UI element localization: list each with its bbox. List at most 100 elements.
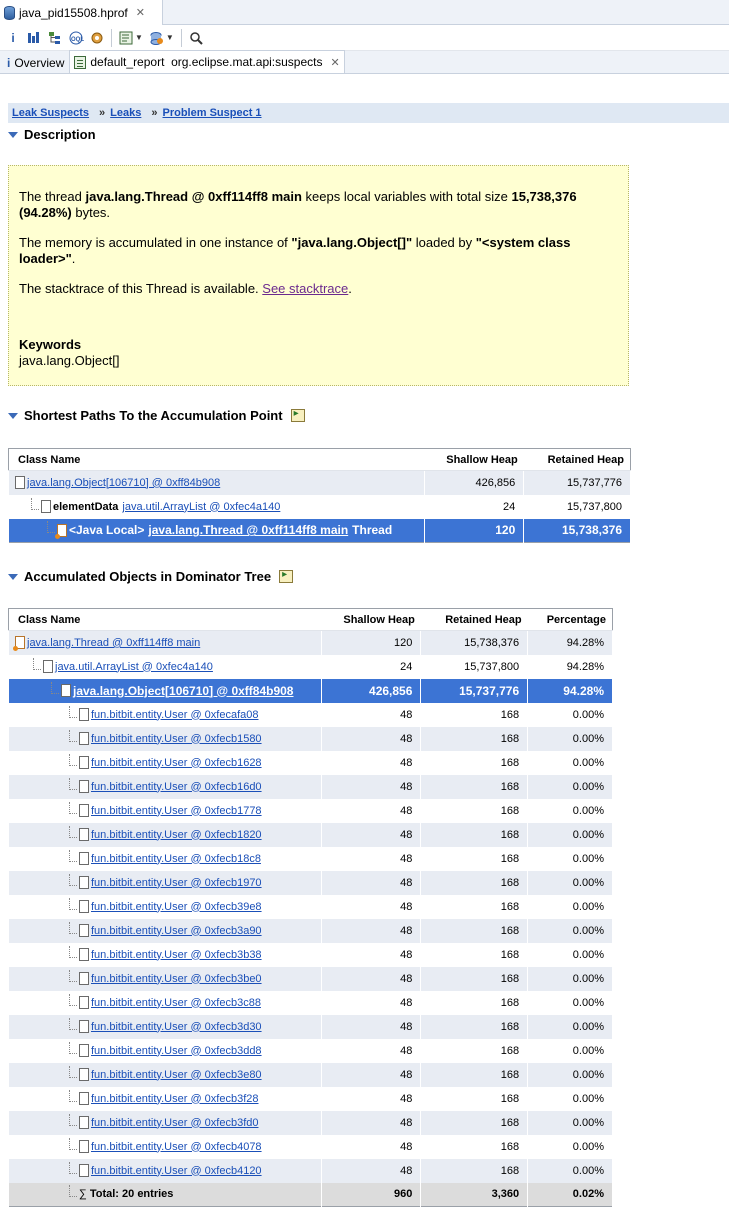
breadcrumb-problem-suspect[interactable]: Problem Suspect 1 <box>163 107 262 119</box>
tree-node: fun.bitbit.entity.User @ 0xfecb1778 <box>15 801 315 817</box>
shortest-paths-section-header[interactable]: Shortest Paths To the Accumulation Point <box>8 408 305 423</box>
shallow-heap-cell: 48 <box>320 1110 422 1135</box>
table-row[interactable]: java.util.ArrayList @ 0xfec4a140 24 15,737… <box>8 654 613 679</box>
object-link[interactable]: java.lang.Thread @ 0xff114ff8 main <box>148 523 348 537</box>
table-row[interactable]: fun.bitbit.entity.User @ 0xfecb16d0 48 168… <box>8 774 613 799</box>
shallow-heap-cell: 48 <box>320 798 422 823</box>
table-row[interactable]: fun.bitbit.entity.User @ 0xfecb3f28 48 168… <box>8 1086 613 1111</box>
object-link[interactable]: fun.bitbit.entity.User @ 0xfecb18c8 <box>91 853 261 865</box>
chevron-down-icon[interactable]: ▼ <box>135 33 143 42</box>
object-link[interactable]: fun.bitbit.entity.User @ 0xfecb39e8 <box>91 901 262 913</box>
collapse-triangle-icon[interactable] <box>8 131 18 138</box>
dominator-tree-table: Class Name Shallow Heap Retained Heap Pe… <box>8 608 613 1207</box>
table-row[interactable]: fun.bitbit.entity.User @ 0xfecb3dd8 48 168… <box>8 1038 613 1063</box>
object-link[interactable]: java.util.ArrayList @ 0xfec4a140 <box>122 501 280 513</box>
retained-heap-cell: 168 <box>420 726 529 751</box>
report-icon[interactable] <box>117 29 135 47</box>
query-browser-icon[interactable] <box>148 29 166 47</box>
column-header-retained-heap[interactable]: Retained Heap <box>420 608 528 631</box>
table-row[interactable]: fun.bitbit.entity.User @ 0xfecb3b38 48 168… <box>8 942 613 967</box>
table-row[interactable]: java.lang.Object[106710] @ 0xff84b908 426… <box>8 470 631 495</box>
object-link[interactable]: java.lang.Thread @ 0xff114ff8 main <box>27 637 200 649</box>
description-section-header[interactable]: Description <box>8 127 96 142</box>
object-link[interactable]: fun.bitbit.entity.User @ 0xfecb3fd0 <box>91 1117 259 1129</box>
breadcrumb-leaks[interactable]: Leaks <box>110 107 141 119</box>
column-header-percentage[interactable]: Percentage <box>527 608 613 631</box>
object-link[interactable]: java.lang.Object[106710] @ 0xff84b908 <box>73 684 293 698</box>
object-link[interactable]: fun.bitbit.entity.User @ 0xfecb1580 <box>91 733 262 745</box>
table-row[interactable]: java.lang.Object[106710] @ 0xff84b908 426… <box>8 678 613 703</box>
table-row[interactable]: java.lang.Thread @ 0xff114ff8 main 120 15,… <box>8 630 613 655</box>
table-row[interactable]: fun.bitbit.entity.User @ 0xfecb3c88 48 168… <box>8 990 613 1015</box>
open-query-icon[interactable] <box>290 408 305 422</box>
object-link[interactable]: fun.bitbit.entity.User @ 0xfecb3c88 <box>91 997 261 1009</box>
see-stacktrace-link[interactable]: See stacktrace <box>262 281 348 296</box>
table-row[interactable]: fun.bitbit.entity.User @ 0xfecb4078 48 168… <box>8 1134 613 1159</box>
object-link[interactable]: fun.bitbit.entity.User @ 0xfecb1628 <box>91 757 262 769</box>
column-header-shallow-heap[interactable]: Shallow Heap <box>321 608 421 631</box>
table-row[interactable]: fun.bitbit.entity.User @ 0xfecb1628 48 168… <box>8 750 613 775</box>
tree-node: fun.bitbit.entity.User @ 0xfecafa08 <box>15 705 315 721</box>
tree-connector <box>69 777 77 790</box>
object-link[interactable]: fun.bitbit.entity.User @ 0xfecb1820 <box>91 829 262 841</box>
dominator-tree-icon[interactable] <box>46 29 64 47</box>
object-link[interactable]: fun.bitbit.entity.User @ 0xfecb1778 <box>91 805 262 817</box>
column-header-retained-heap[interactable]: Retained Heap <box>523 448 631 471</box>
breadcrumb-leak-suspects[interactable]: Leak Suspects <box>12 107 89 119</box>
close-icon[interactable]: ✕ <box>136 6 145 19</box>
keywords-value: java.lang.Object[] <box>19 353 120 368</box>
object-link[interactable]: fun.bitbit.entity.User @ 0xfecb3dd8 <box>91 1045 262 1057</box>
table-row[interactable]: fun.bitbit.entity.User @ 0xfecb3be0 48 168… <box>8 966 613 991</box>
table-row[interactable]: fun.bitbit.entity.User @ 0xfecb3d30 48 168… <box>8 1014 613 1039</box>
object-link[interactable]: fun.bitbit.entity.User @ 0xfecb4078 <box>91 1141 262 1153</box>
table-row[interactable]: <Java Local> java.lang.Thread @ 0xff114ff… <box>8 518 631 543</box>
column-header-class-name[interactable]: Class Name <box>8 608 322 631</box>
object-link[interactable]: fun.bitbit.entity.User @ 0xfecb3d30 <box>91 1021 262 1033</box>
close-icon[interactable]: ✕ <box>330 56 339 69</box>
object-link[interactable]: fun.bitbit.entity.User @ 0xfecb3be0 <box>91 973 262 985</box>
object-link[interactable]: java.lang.Object[106710] @ 0xff84b908 <box>27 477 220 489</box>
collapse-triangle-icon[interactable] <box>8 573 18 580</box>
dominator-section-header[interactable]: Accumulated Objects in Dominator Tree <box>8 569 294 584</box>
column-header-shallow-heap[interactable]: Shallow Heap <box>424 448 524 471</box>
editor-tab-heap-dump[interactable]: java_pid15508.hprof ✕ <box>0 0 163 25</box>
column-header-class-name[interactable]: Class Name <box>8 448 425 471</box>
object-link[interactable]: fun.bitbit.entity.User @ 0xfecb16d0 <box>91 781 262 793</box>
oql-icon[interactable]: OQL <box>67 29 85 47</box>
tree-node: fun.bitbit.entity.User @ 0xfecb4120 <box>15 1161 315 1177</box>
object-link[interactable]: fun.bitbit.entity.User @ 0xfecb3b38 <box>91 949 262 961</box>
object-link[interactable]: fun.bitbit.entity.User @ 0xfecafa08 <box>91 709 259 721</box>
object-link[interactable]: fun.bitbit.entity.User @ 0xfecb4120 <box>91 1165 262 1177</box>
table-row[interactable]: fun.bitbit.entity.User @ 0xfecb3a90 48 168… <box>8 918 613 943</box>
object-link[interactable]: java.util.ArrayList @ 0xfec4a140 <box>55 661 213 673</box>
object-link[interactable]: fun.bitbit.entity.User @ 0xfecb1970 <box>91 877 262 889</box>
tree-connector <box>69 1113 77 1126</box>
table-row[interactable]: fun.bitbit.entity.User @ 0xfecb18c8 48 168… <box>8 846 613 871</box>
gear-icon[interactable] <box>88 29 106 47</box>
table-row[interactable]: elementData java.util.ArrayList @ 0xfec4a… <box>8 494 631 519</box>
table-row[interactable]: fun.bitbit.entity.User @ 0xfecb1820 48 168… <box>8 822 613 847</box>
histogram-icon[interactable] <box>25 29 43 47</box>
tab-overview[interactable]: i Overview <box>2 51 69 73</box>
percentage-cell: 0.00% <box>527 1158 613 1183</box>
table-row[interactable]: fun.bitbit.entity.User @ 0xfecb3e80 48 168… <box>8 1062 613 1087</box>
info-icon[interactable]: i <box>4 29 22 47</box>
retained-heap-cell: 168 <box>420 750 529 775</box>
tab-default-report[interactable]: default_report org.eclipse.mat.api:suspe… <box>69 50 345 73</box>
object-link[interactable]: fun.bitbit.entity.User @ 0xfecb3e80 <box>91 1069 262 1081</box>
object-link[interactable]: fun.bitbit.entity.User @ 0xfecb3f28 <box>91 1093 259 1105</box>
toolbar-separator <box>180 28 182 47</box>
collapse-triangle-icon[interactable] <box>8 412 18 419</box>
chevron-down-icon[interactable]: ▼ <box>166 33 174 42</box>
search-icon[interactable] <box>187 29 205 47</box>
table-row[interactable]: fun.bitbit.entity.User @ 0xfecafa08 48 168… <box>8 702 613 727</box>
table-row[interactable]: fun.bitbit.entity.User @ 0xfecb1970 48 168… <box>8 870 613 895</box>
table-row[interactable]: fun.bitbit.entity.User @ 0xfecb4120 48 168… <box>8 1158 613 1183</box>
table-row[interactable]: fun.bitbit.entity.User @ 0xfecb1778 48 168… <box>8 798 613 823</box>
retained-heap-cell: 168 <box>420 1038 529 1063</box>
table-row[interactable]: fun.bitbit.entity.User @ 0xfecb1580 48 168… <box>8 726 613 751</box>
table-row[interactable]: fun.bitbit.entity.User @ 0xfecb39e8 48 168… <box>8 894 613 919</box>
table-row[interactable]: fun.bitbit.entity.User @ 0xfecb3fd0 48 168… <box>8 1110 613 1135</box>
object-link[interactable]: fun.bitbit.entity.User @ 0xfecb3a90 <box>91 925 262 937</box>
open-query-icon[interactable] <box>279 569 294 583</box>
